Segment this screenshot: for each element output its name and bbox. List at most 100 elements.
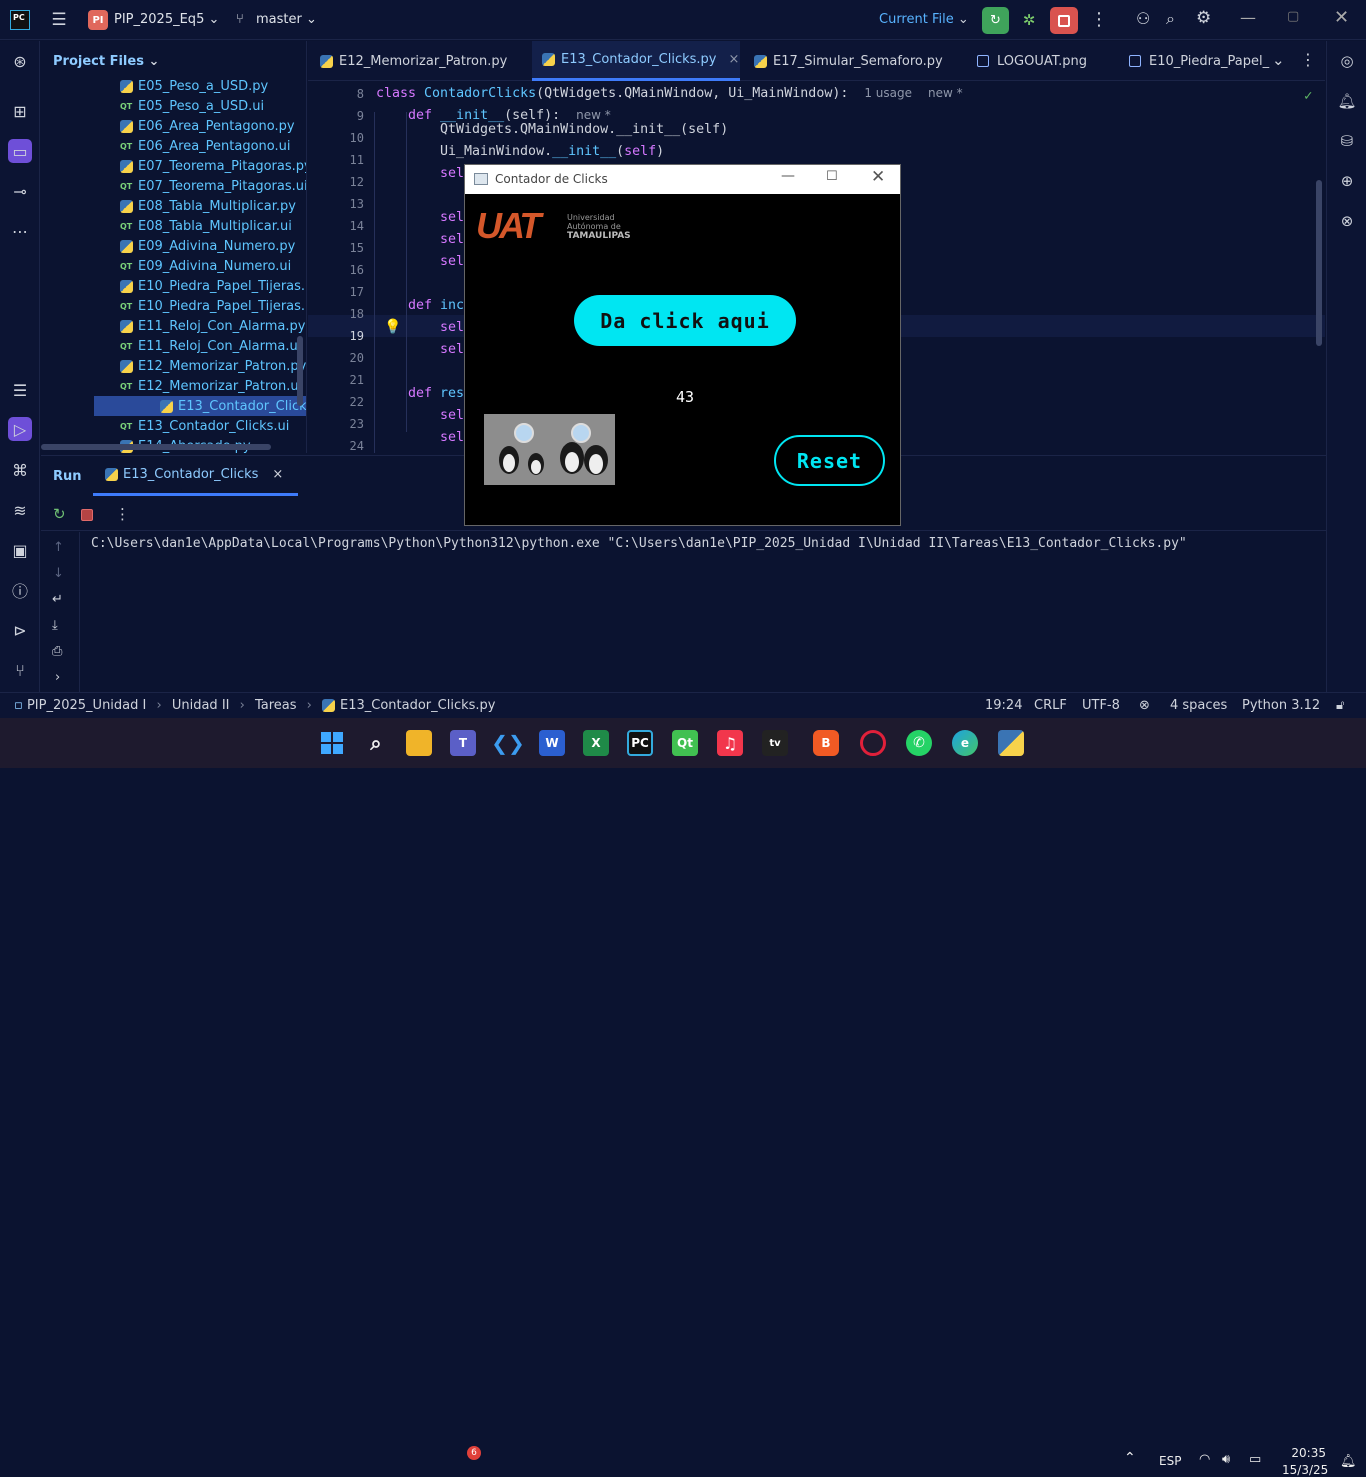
breadcrumb-subfolder[interactable]: Tareas: [255, 698, 297, 713]
tree-item[interactable]: QT E13_Contador_Clicks.ui: [120, 416, 289, 436]
volume-icon[interactable]: 🔊︎: [1222, 1452, 1230, 1467]
opera-icon[interactable]: [860, 730, 886, 756]
python-icon[interactable]: [998, 730, 1024, 756]
indent-setting[interactable]: 4 spaces: [1170, 698, 1227, 713]
more-actions-icon[interactable]: ⋮: [1090, 9, 1108, 30]
clock-date[interactable]: 15/3/25: [1282, 1463, 1328, 1477]
click-here-button[interactable]: Da click aqui: [574, 295, 796, 346]
whatsapp-icon[interactable]: ✆: [906, 730, 932, 756]
battery-icon[interactable]: ▭: [1249, 1452, 1261, 1467]
project-badge[interactable]: PI: [88, 10, 108, 30]
close-run-tab-icon[interactable]: ×: [272, 467, 283, 482]
gear-icon[interactable]: ⚙: [1196, 8, 1211, 28]
tree-item[interactable]: E09_Adivina_Numero.py: [120, 236, 295, 256]
branch-selector[interactable]: master ⌄: [256, 12, 317, 27]
run-tab[interactable]: E13_Contador_Clicks ×: [93, 456, 299, 496]
file-explorer-icon[interactable]: [406, 730, 432, 756]
rerun-icon[interactable]: ↻: [53, 505, 66, 523]
copilot-icon[interactable]: ⊕: [1337, 171, 1357, 191]
tree-item[interactable]: E11_Reloj_Con_Alarma.py: [120, 316, 305, 336]
print-icon[interactable]: ⎙: [52, 644, 62, 659]
excel-icon[interactable]: X: [583, 730, 609, 756]
cursor-position[interactable]: 19:24: [985, 698, 1022, 713]
close-tab-icon[interactable]: ×: [728, 52, 739, 67]
problems-icon[interactable]: ⓘ: [8, 578, 32, 602]
folder-icon[interactable]: ▭: [8, 139, 32, 163]
editor-scrollbar[interactable]: [1316, 180, 1322, 346]
rerun-button[interactable]: ↻: [982, 7, 1009, 34]
minimize-icon[interactable]: —: [781, 168, 795, 184]
windows-start-icon[interactable]: [319, 730, 345, 756]
breadcrumb-project[interactable]: PIP_2025_Unidad I: [27, 698, 146, 713]
line-separator[interactable]: CRLF: [1034, 698, 1067, 713]
interpreter-selector[interactable]: Python 3.12: [1242, 698, 1320, 713]
tree-item[interactable]: QT E10_Piedra_Papel_Tijeras.ui: [120, 296, 306, 316]
search-icon[interactable]: ⌕: [363, 730, 389, 756]
tree-item[interactable]: QT E09_Adivina_Numero.ui: [120, 256, 291, 276]
minimize-icon[interactable]: —: [1240, 8, 1256, 27]
project-files-dropdown[interactable]: Project Files ⌄: [53, 54, 159, 69]
word-icon[interactable]: W: [539, 730, 565, 756]
vcs-icon[interactable]: ⑂: [8, 658, 32, 682]
arrow-up-icon[interactable]: ↑: [53, 540, 64, 555]
chevron-right-icon[interactable]: ›: [55, 670, 60, 685]
wifi-icon[interactable]: ◠: [1199, 1452, 1210, 1467]
python-console-icon[interactable]: ⌘: [8, 458, 32, 482]
search-icon[interactable]: ⌕: [1166, 9, 1175, 29]
music-icon[interactable]: ♫: [717, 730, 743, 756]
chevron-up-icon[interactable]: ⌃: [1124, 1450, 1136, 1466]
services-icon[interactable]: ⊳: [8, 618, 32, 642]
tree-item[interactable]: E05_Peso_a_USD.py: [120, 76, 268, 96]
pycharm-icon[interactable]: PC: [627, 730, 653, 756]
stop-icon[interactable]: [81, 509, 93, 521]
maximize-icon[interactable]: ☐: [826, 169, 838, 184]
tree-item[interactable]: E12_Memorizar_Patron.py: [120, 356, 306, 376]
file-encoding[interactable]: UTF-8: [1082, 698, 1120, 713]
tree-item[interactable]: QT E06_Area_Pentagono.ui: [120, 136, 291, 156]
breadcrumb-folder[interactable]: Unidad II: [172, 698, 230, 713]
vertical-scrollbar[interactable]: [297, 336, 303, 406]
database-icon[interactable]: ⛁: [1337, 131, 1357, 151]
tab-logo[interactable]: LOGOUAT.png: [977, 41, 1087, 81]
tab-e17[interactable]: E17_Simular_Semaforo.py: [754, 41, 943, 81]
tree-item[interactable]: E06_Area_Pentagono.py: [120, 116, 295, 136]
run-tool-icon[interactable]: ▷: [8, 417, 32, 441]
window-titlebar[interactable]: Contador de Clicks — ☐ ✕: [465, 165, 900, 194]
ai-assistant-icon[interactable]: ◎: [1337, 51, 1357, 71]
soft-wrap-icon[interactable]: ↵: [52, 592, 63, 607]
edge-icon[interactable]: e: [952, 730, 978, 756]
stop-button[interactable]: [1050, 7, 1078, 34]
arrow-down-icon[interactable]: ↓: [53, 566, 64, 581]
maximize-icon[interactable]: ▢: [1287, 9, 1299, 24]
tab-e10[interactable]: E10_Piedra_Papel_: [1129, 41, 1269, 81]
tabs-chevron-icon[interactable]: ⌄: [1272, 51, 1285, 69]
run-config-selector[interactable]: Current File ⌄: [879, 12, 969, 27]
list-icon[interactable]: ☰: [8, 378, 32, 402]
brave-icon[interactable]: B: [813, 730, 839, 756]
add-user-icon[interactable]: ⚇: [1136, 9, 1150, 28]
main-menu-icon[interactable]: ☰: [50, 10, 68, 30]
vscode-icon[interactable]: ❮❯: [491, 730, 525, 756]
notification-icon[interactable]: 🔔︎: [1340, 1454, 1357, 1469]
language-indicator[interactable]: ESP: [1159, 1454, 1181, 1468]
scroll-to-end-icon[interactable]: ⤓: [52, 618, 58, 633]
close-icon[interactable]: ✕: [871, 167, 885, 187]
commit-icon[interactable]: ⊸: [8, 179, 32, 203]
structure-icon[interactable]: ⊞: [8, 99, 32, 123]
clock-time[interactable]: 20:35: [1290, 1446, 1326, 1460]
tab-e13[interactable]: E13_Contador_Clicks.py ×: [532, 41, 740, 81]
tree-item[interactable]: QT E12_Memorizar_Patron.ui: [120, 376, 302, 396]
debug-button[interactable]: ✲: [1018, 9, 1040, 31]
tree-item[interactable]: E13_Contador_Clicks.py: [94, 396, 306, 416]
git-icon[interactable]: ⊛: [8, 49, 32, 73]
tree-item[interactable]: QT E05_Peso_a_USD.ui: [120, 96, 264, 116]
tree-item[interactable]: E10_Piedra_Papel_Tijeras.py: [120, 276, 306, 296]
horizontal-scrollbar[interactable]: [41, 444, 271, 450]
more-actions-icon[interactable]: ⋮: [115, 505, 130, 523]
tree-item[interactable]: E08_Tabla_Multiplicar.py: [120, 196, 296, 216]
close-icon[interactable]: ✕: [1334, 7, 1349, 28]
tree-item[interactable]: QT E07_Teorema_Pitagoras.ui: [120, 176, 306, 196]
layers-icon[interactable]: ≋: [8, 498, 32, 522]
ai-status-icon[interactable]: ⊗: [1139, 698, 1150, 713]
tree-item[interactable]: QT E11_Reloj_Con_Alarma.ui: [120, 336, 301, 356]
